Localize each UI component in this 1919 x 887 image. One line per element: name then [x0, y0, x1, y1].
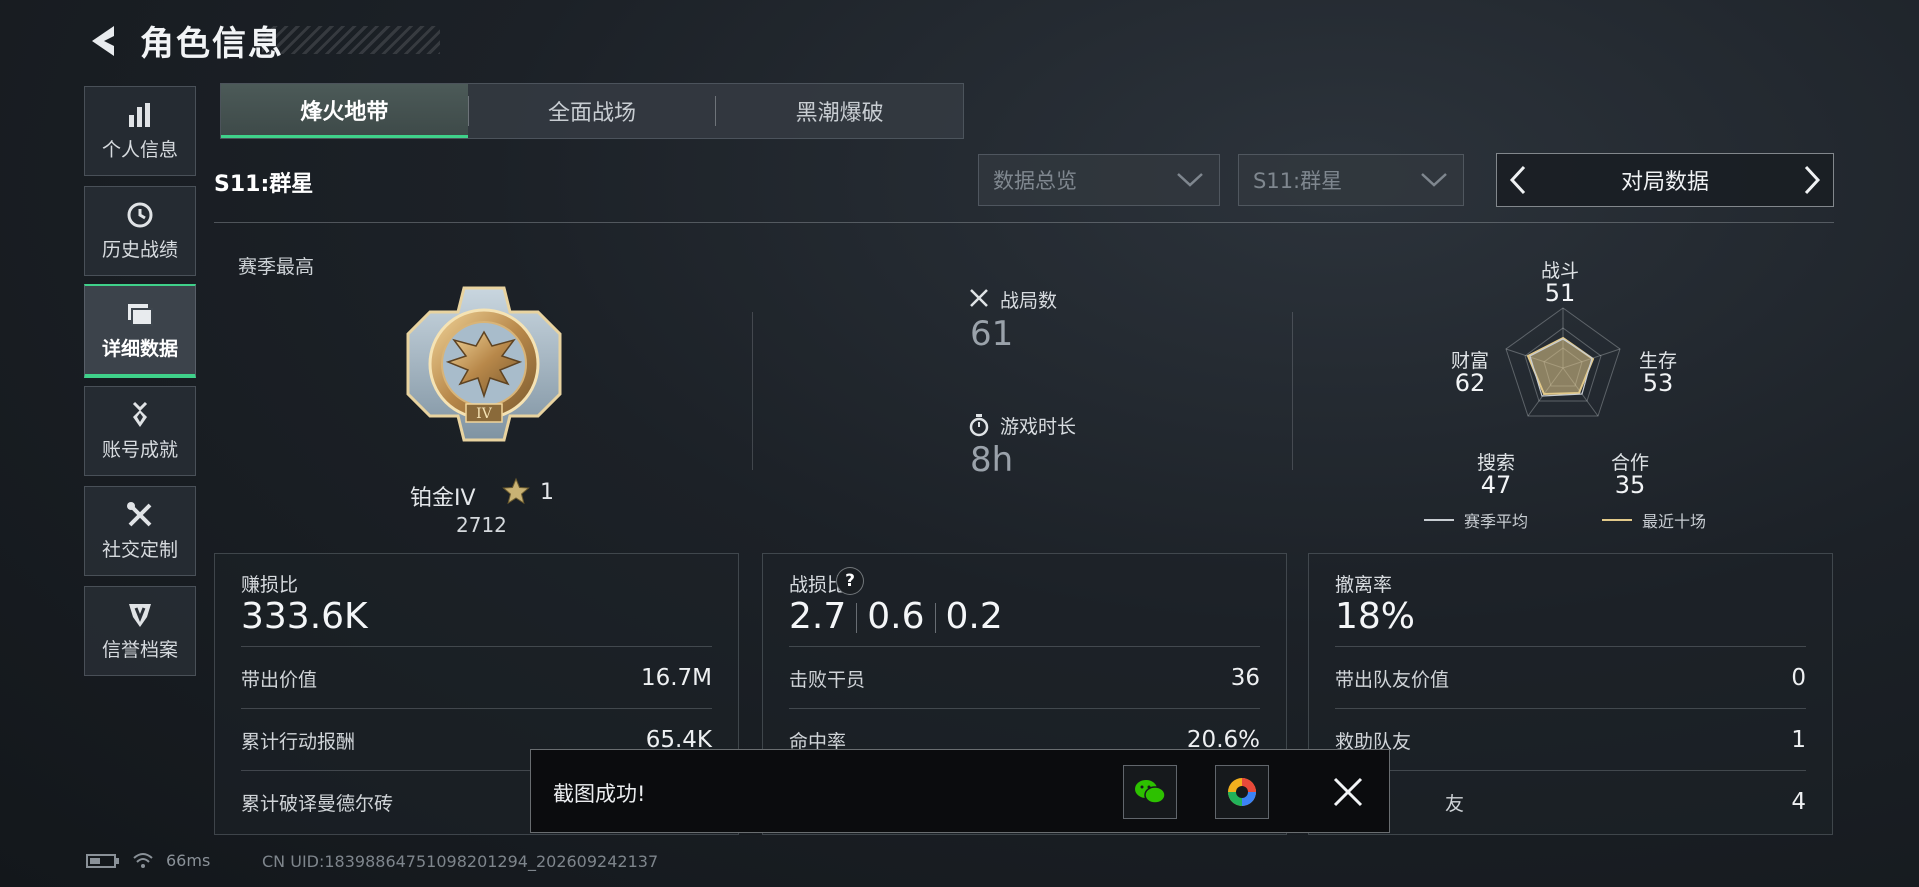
chevron-down-icon — [1421, 173, 1447, 187]
season-dropdown-value: S11:群星 — [1253, 169, 1343, 193]
stat-row: 带出价值 16.7M — [241, 646, 712, 709]
sidebar-item-label: 详细数据 — [101, 337, 178, 360]
card-title: 赚损比 — [241, 574, 299, 596]
sidebar-item-detailed-data[interactable]: 详细数据 — [84, 284, 196, 378]
header-divider — [214, 222, 1834, 223]
matches-label: 战局数 — [1000, 290, 1058, 312]
sidebar-item-label: 社交定制 — [101, 538, 178, 561]
playtime-label: 游戏时长 — [1000, 416, 1077, 438]
svg-text:IV: IV — [476, 406, 493, 422]
radar-chart — [1505, 307, 1621, 417]
sidebar-item-reputation[interactable]: 信誉档案 — [84, 586, 196, 676]
history-clock-icon — [127, 202, 153, 227]
bar-chart-icon — [129, 102, 150, 127]
shield-icon — [129, 603, 151, 627]
close-icon[interactable] — [1331, 775, 1365, 809]
album-share-button[interactable] — [1215, 765, 1269, 819]
sidebar-item-label: 账号成就 — [101, 438, 178, 461]
radar-label-combat: 战斗 51 — [1540, 260, 1579, 307]
season-best-title: 赛季最高 — [238, 256, 315, 278]
ping-value: 66ms — [166, 851, 211, 870]
chevron-left-icon[interactable] — [1509, 165, 1527, 195]
tab-warzone[interactable]: 烽火地带 — [221, 84, 468, 138]
back-arrow-icon[interactable] — [86, 22, 120, 60]
radar-label-wealth: 财富 62 — [1450, 350, 1489, 397]
playtime-value: 8h — [970, 440, 1014, 480]
radar-label-survival: 生存 53 — [1638, 350, 1677, 397]
season-label: S11:群星 — [214, 172, 314, 197]
radar-label-search: 搜索 47 — [1476, 452, 1515, 499]
sidebar-item-achievements[interactable]: 账号成就 — [84, 386, 196, 476]
folder-icon — [128, 303, 153, 326]
user-uid: CN UID:1839886475109820​1294_20260924213… — [262, 852, 659, 871]
card-value: 18% — [1335, 596, 1416, 637]
legend-recent-ten: 最近十场 — [1602, 508, 1706, 532]
sidebar-item-personal-info[interactable]: 个人信息 — [84, 86, 196, 176]
legend-line — [1424, 519, 1454, 521]
stat-row: 救助队友 1 — [1335, 708, 1806, 771]
rank-badge-icon: IV — [406, 286, 562, 442]
toast-message: 截图成功! — [553, 782, 646, 806]
sidebar-item-social[interactable]: 社交定制 — [84, 486, 196, 576]
season-dropdown[interactable]: S11:群星 — [1238, 154, 1464, 206]
medal-icon — [132, 401, 148, 427]
matches-value: 61 — [970, 314, 1014, 354]
sidebar-item-label: 历史战绩 — [101, 238, 178, 261]
sidebar-item-label: 个人信息 — [101, 138, 178, 161]
wechat-icon — [1135, 780, 1166, 804]
kd-ratios: 2.7 0.6 0.2 — [789, 596, 1003, 637]
wechat-share-button[interactable] — [1123, 765, 1177, 819]
radar-label-teamwork: 合作 35 — [1610, 452, 1649, 499]
card-value: 333.6K — [241, 596, 368, 637]
stat-row: 友4 — [1335, 770, 1806, 833]
tab-full-battlefield[interactable]: 全面战场 — [469, 84, 716, 138]
rank-stars: 1 — [540, 480, 554, 505]
data-type-label: 对局数据 — [1620, 170, 1709, 195]
section-divider — [752, 312, 753, 470]
rank-score: 2712 — [456, 513, 507, 537]
screenshot-toast: 截图成功! — [530, 749, 1390, 833]
sidebar-item-history[interactable]: 历史战绩 — [84, 186, 196, 276]
overview-dropdown-value: 数据总览 — [993, 169, 1077, 193]
sidebar-item-label: 信誉档案 — [101, 638, 178, 661]
rank-name: 铂金IV — [410, 486, 476, 511]
legend-season-average: 赛季平均 — [1424, 508, 1528, 532]
section-divider — [1292, 312, 1293, 470]
stopwatch-icon — [969, 414, 989, 437]
status-bar: 66ms — [86, 851, 210, 870]
camera-shutter-icon — [1228, 778, 1256, 806]
star-icon — [502, 477, 530, 505]
tools-icon — [127, 501, 152, 526]
tab-black-tide[interactable]: 黑潮爆破 — [716, 84, 963, 138]
help-icon[interactable]: ? — [836, 567, 864, 595]
stat-row: 带出队友价值 0 — [1335, 646, 1806, 709]
stat-row: 击败干员 36 — [789, 646, 1260, 709]
mode-tabs: 烽火地带 全面战场 黑潮爆破 — [220, 83, 964, 139]
battery-icon — [86, 853, 119, 868]
data-type-selector: 对局数据 — [1496, 153, 1834, 207]
title-decoration — [262, 26, 440, 54]
crossed-swords-icon — [970, 289, 988, 307]
chevron-down-icon — [1177, 173, 1203, 187]
legend-line — [1602, 519, 1632, 521]
wifi-icon — [133, 852, 153, 868]
card-title: 撤离率 — [1335, 574, 1393, 596]
chevron-right-icon[interactable] — [1803, 165, 1821, 195]
overview-dropdown[interactable]: 数据总览 — [978, 154, 1220, 206]
